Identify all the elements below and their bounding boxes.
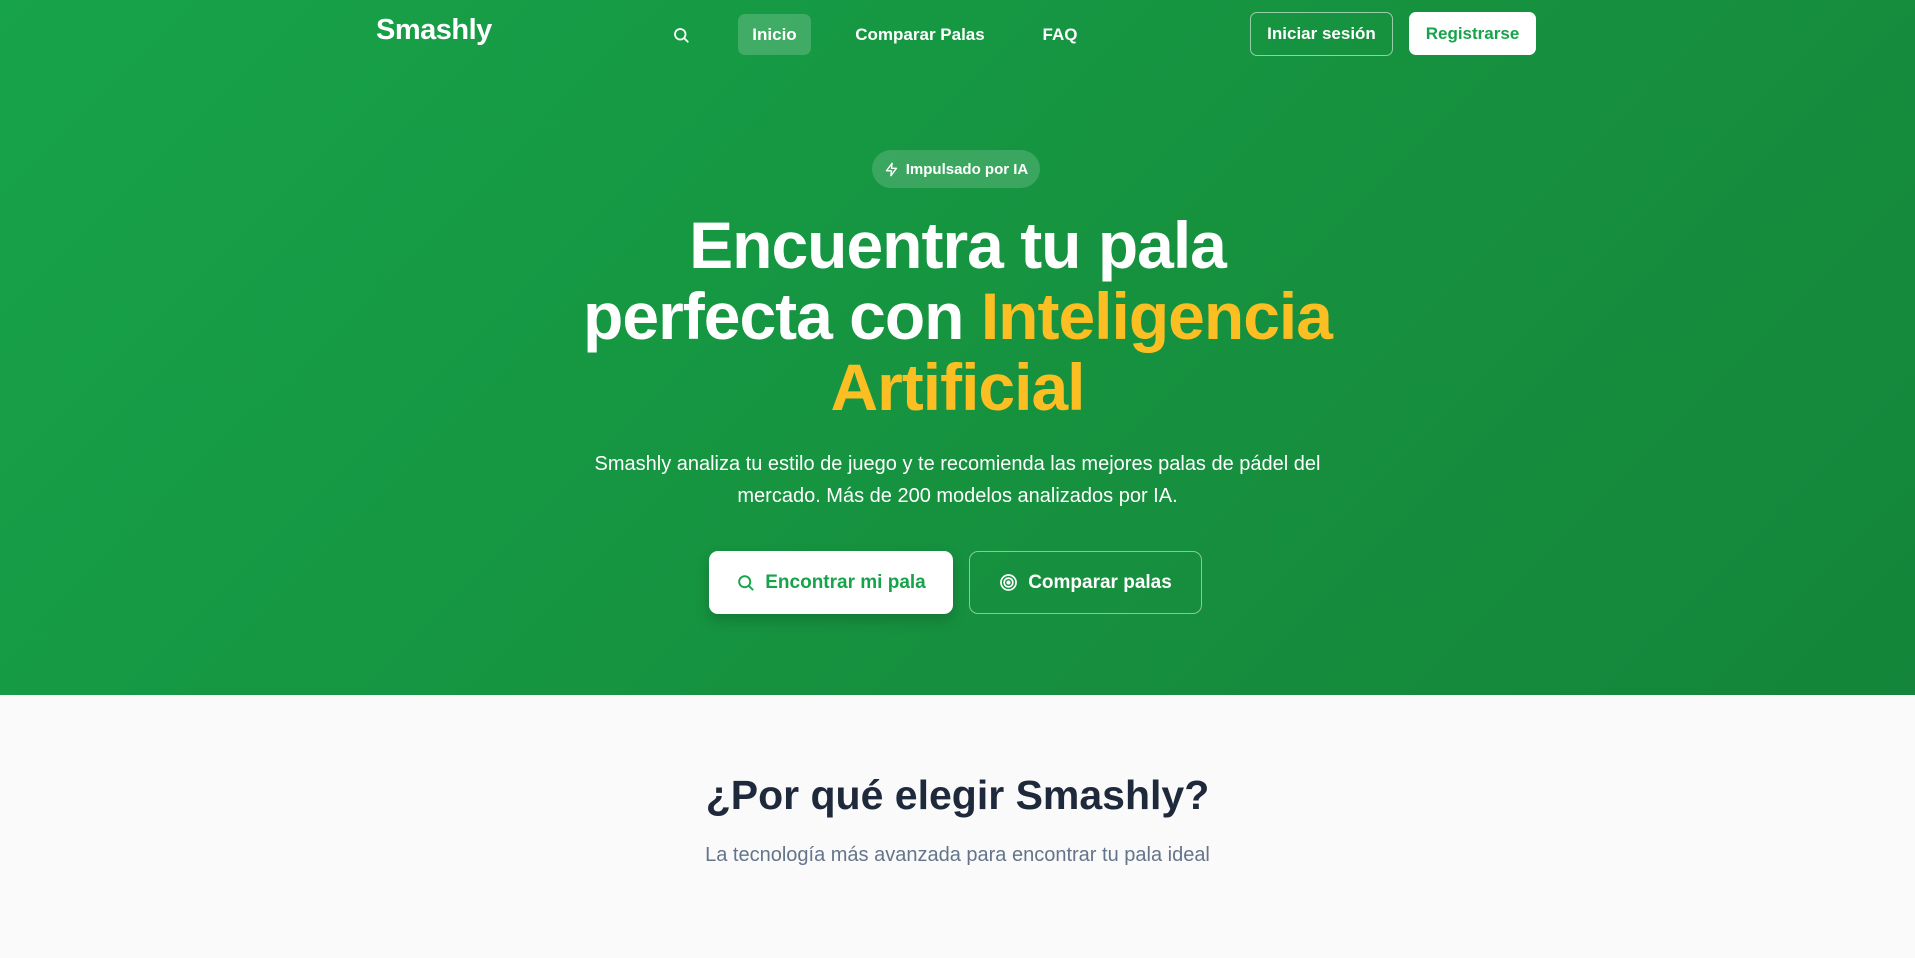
compare-paddles-label: Comparar palas <box>1028 571 1172 593</box>
search-icon <box>674 28 689 43</box>
compare-paddles-button[interactable]: Comparar palas <box>969 551 1202 614</box>
search-icon <box>738 575 754 591</box>
headline-accent-word: Inteligencia <box>980 279 1333 353</box>
top-navbar: Smashly Inicio Comparar Palas FAQ Inicia… <box>0 0 1915 68</box>
nav-link-inicio[interactable]: Inicio <box>738 14 811 55</box>
headline-line-2-plain: perfecta con <box>583 279 981 353</box>
why-section-title: ¿Por qué elegir Smashly? <box>705 772 1210 818</box>
headline-line-1: Encuentra tu pala <box>689 208 1227 282</box>
hero-headline: Encuentra tu pala perfecta con Inteligen… <box>460 210 1455 423</box>
hero-section: Smashly Inicio Comparar Palas FAQ Inicia… <box>0 0 1915 695</box>
brand-logo[interactable]: Smashly <box>376 14 492 47</box>
nav-search-button[interactable] <box>666 20 696 50</box>
target-icon <box>1000 574 1018 591</box>
login-button[interactable]: Iniciar sesión <box>1250 12 1393 56</box>
register-button[interactable]: Registrarse <box>1409 12 1536 55</box>
ai-badge: Impulsado por IA <box>872 150 1040 188</box>
why-section-subtitle: La tecnología más avanzada para encontra… <box>705 844 1210 866</box>
nav-link-comparar-palas[interactable]: Comparar Palas <box>845 14 995 55</box>
lightning-icon <box>885 162 897 176</box>
find-paddle-button[interactable]: Encontrar mi pala <box>709 551 953 614</box>
ai-badge-label: Impulsado por IA <box>905 160 1029 178</box>
hero-subtitle: Smashly analiza tu estilo de juego y te … <box>594 453 1321 507</box>
find-paddle-label: Encontrar mi pala <box>765 571 926 593</box>
headline-accent-line-3: Artificial <box>830 350 1085 424</box>
nav-link-faq[interactable]: FAQ <box>1033 14 1087 55</box>
